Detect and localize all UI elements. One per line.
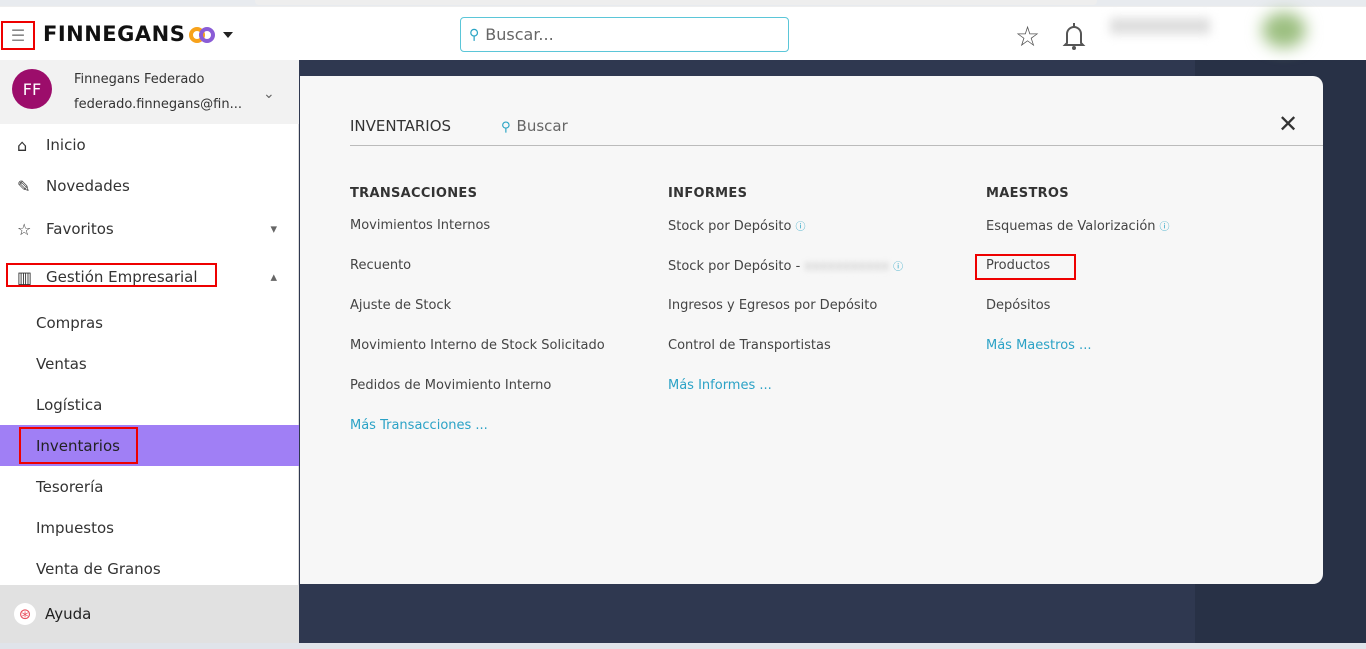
pin-icon: ✎ bbox=[17, 176, 31, 196]
menu-link[interactable]: Pedidos de Movimiento Interno bbox=[350, 378, 605, 418]
menu-link[interactable]: Recuento bbox=[350, 258, 605, 298]
column-title: INFORMES bbox=[668, 186, 748, 201]
brand-logo-text: FINNEGANS bbox=[43, 22, 186, 46]
menu-link-label: Stock por Depósito - bbox=[668, 259, 801, 274]
search-icon: ⚲ bbox=[501, 120, 511, 135]
help-label: Ayuda bbox=[45, 605, 92, 623]
lifebuoy-icon: ⊛ bbox=[14, 603, 36, 625]
notifications-bell-icon[interactable] bbox=[1062, 22, 1086, 50]
top-strip bbox=[255, 0, 1097, 5]
help-button[interactable]: ⊛ Ayuda bbox=[0, 585, 299, 643]
sidebar-item-novedades[interactable]: ✎ Novedades bbox=[0, 166, 299, 206]
subnav-compras[interactable]: Compras bbox=[0, 302, 299, 343]
home-icon: ⌂ bbox=[17, 135, 28, 155]
avatar: FF bbox=[12, 69, 52, 109]
chevron-down-icon[interactable]: ⌄ bbox=[263, 86, 275, 102]
divider bbox=[350, 145, 1323, 146]
blurred-text: xxxxxxxxxxx bbox=[804, 259, 890, 274]
menu-link[interactable]: Esquemas de Valorización ⓘ bbox=[986, 218, 1170, 258]
help-circle-icon[interactable]: ⓘ bbox=[795, 222, 805, 233]
subnav-logistica[interactable]: Logística bbox=[0, 384, 299, 425]
menu-link[interactable]: Ingresos y Egresos por Depósito bbox=[668, 298, 903, 338]
menu-link[interactable]: Stock por Depósito ⓘ bbox=[668, 218, 903, 258]
column-title: MAESTROS bbox=[986, 186, 1069, 201]
column-transacciones: TRANSACCIONES Movimientos Internos Recue… bbox=[350, 186, 605, 433]
menu-link[interactable]: Control de Transportistas bbox=[668, 338, 903, 378]
menu-link-label: Stock por Depósito bbox=[668, 219, 792, 234]
profile-name: Finnegans Federado bbox=[74, 72, 205, 87]
profile-email: federado.finnegans@fin... bbox=[74, 97, 242, 112]
menu-link[interactable]: Movimientos Internos bbox=[350, 218, 605, 258]
menu-link[interactable]: Movimiento Interno de Stock Solicitado bbox=[350, 338, 605, 378]
subnav-venta-de-granos[interactable]: Venta de Granos bbox=[0, 548, 299, 589]
star-icon: ☆ bbox=[17, 219, 32, 239]
sidebar-item-label: Favoritos bbox=[46, 220, 114, 238]
search-icon: ⚲ bbox=[469, 26, 480, 43]
close-icon[interactable]: ✕ bbox=[1278, 110, 1298, 138]
chevron-down-icon: ▾ bbox=[270, 221, 277, 237]
panel-search-input[interactable]: ⚲ Buscar bbox=[501, 117, 568, 135]
favorites-star-icon[interactable]: ☆ bbox=[1015, 20, 1040, 53]
brand-dropdown-caret-icon[interactable] bbox=[223, 32, 233, 38]
highlight-box bbox=[19, 427, 138, 464]
user-avatar-blurred[interactable] bbox=[1262, 12, 1306, 48]
company-selector-blurred[interactable] bbox=[1110, 18, 1210, 34]
brand-logo-icon bbox=[189, 27, 215, 43]
hamburger-icon: ☰ bbox=[10, 26, 26, 45]
menu-link-label: Esquemas de Valorización bbox=[986, 219, 1156, 234]
subnav-tesoreria[interactable]: Tesorería bbox=[0, 466, 299, 507]
hamburger-menu-button[interactable]: ☰ bbox=[1, 21, 35, 50]
column-title: TRANSACCIONES bbox=[350, 186, 478, 201]
sidebar-item-label: Inicio bbox=[46, 136, 86, 154]
highlight-box bbox=[6, 263, 217, 287]
help-circle-icon[interactable]: ⓘ bbox=[893, 262, 903, 273]
sidebar-item-favoritos[interactable]: ☆ Favoritos ▾ bbox=[0, 209, 299, 249]
menu-link[interactable]: Depósitos bbox=[986, 298, 1170, 338]
help-circle-icon[interactable]: ⓘ bbox=[1160, 222, 1170, 233]
search-placeholder: Buscar bbox=[516, 117, 568, 135]
column-informes: INFORMES Stock por Depósito ⓘ Stock por D… bbox=[668, 186, 903, 393]
menu-link[interactable]: Ajuste de Stock bbox=[350, 298, 605, 338]
background-strip bbox=[0, 643, 1366, 649]
highlight-box bbox=[975, 254, 1076, 280]
sidebar-item-label: Novedades bbox=[46, 177, 130, 195]
subnav-ventas[interactable]: Ventas bbox=[0, 343, 299, 384]
more-link[interactable]: Más Maestros ... bbox=[986, 338, 1170, 353]
subnav-impuestos[interactable]: Impuestos bbox=[0, 507, 299, 548]
global-search-input[interactable]: ⚲ Buscar... bbox=[460, 17, 789, 52]
panel-title: INVENTARIOS bbox=[350, 117, 452, 135]
chevron-up-icon: ▴ bbox=[270, 269, 277, 285]
search-placeholder: Buscar... bbox=[485, 25, 554, 44]
sidebar-item-inicio[interactable]: ⌂ Inicio bbox=[0, 125, 299, 165]
more-link[interactable]: Más Transacciones ... bbox=[350, 418, 605, 433]
menu-link[interactable]: Stock por Depósito - xxxxxxxxxxx ⓘ bbox=[668, 258, 903, 298]
more-link[interactable]: Más Informes ... bbox=[668, 378, 903, 393]
